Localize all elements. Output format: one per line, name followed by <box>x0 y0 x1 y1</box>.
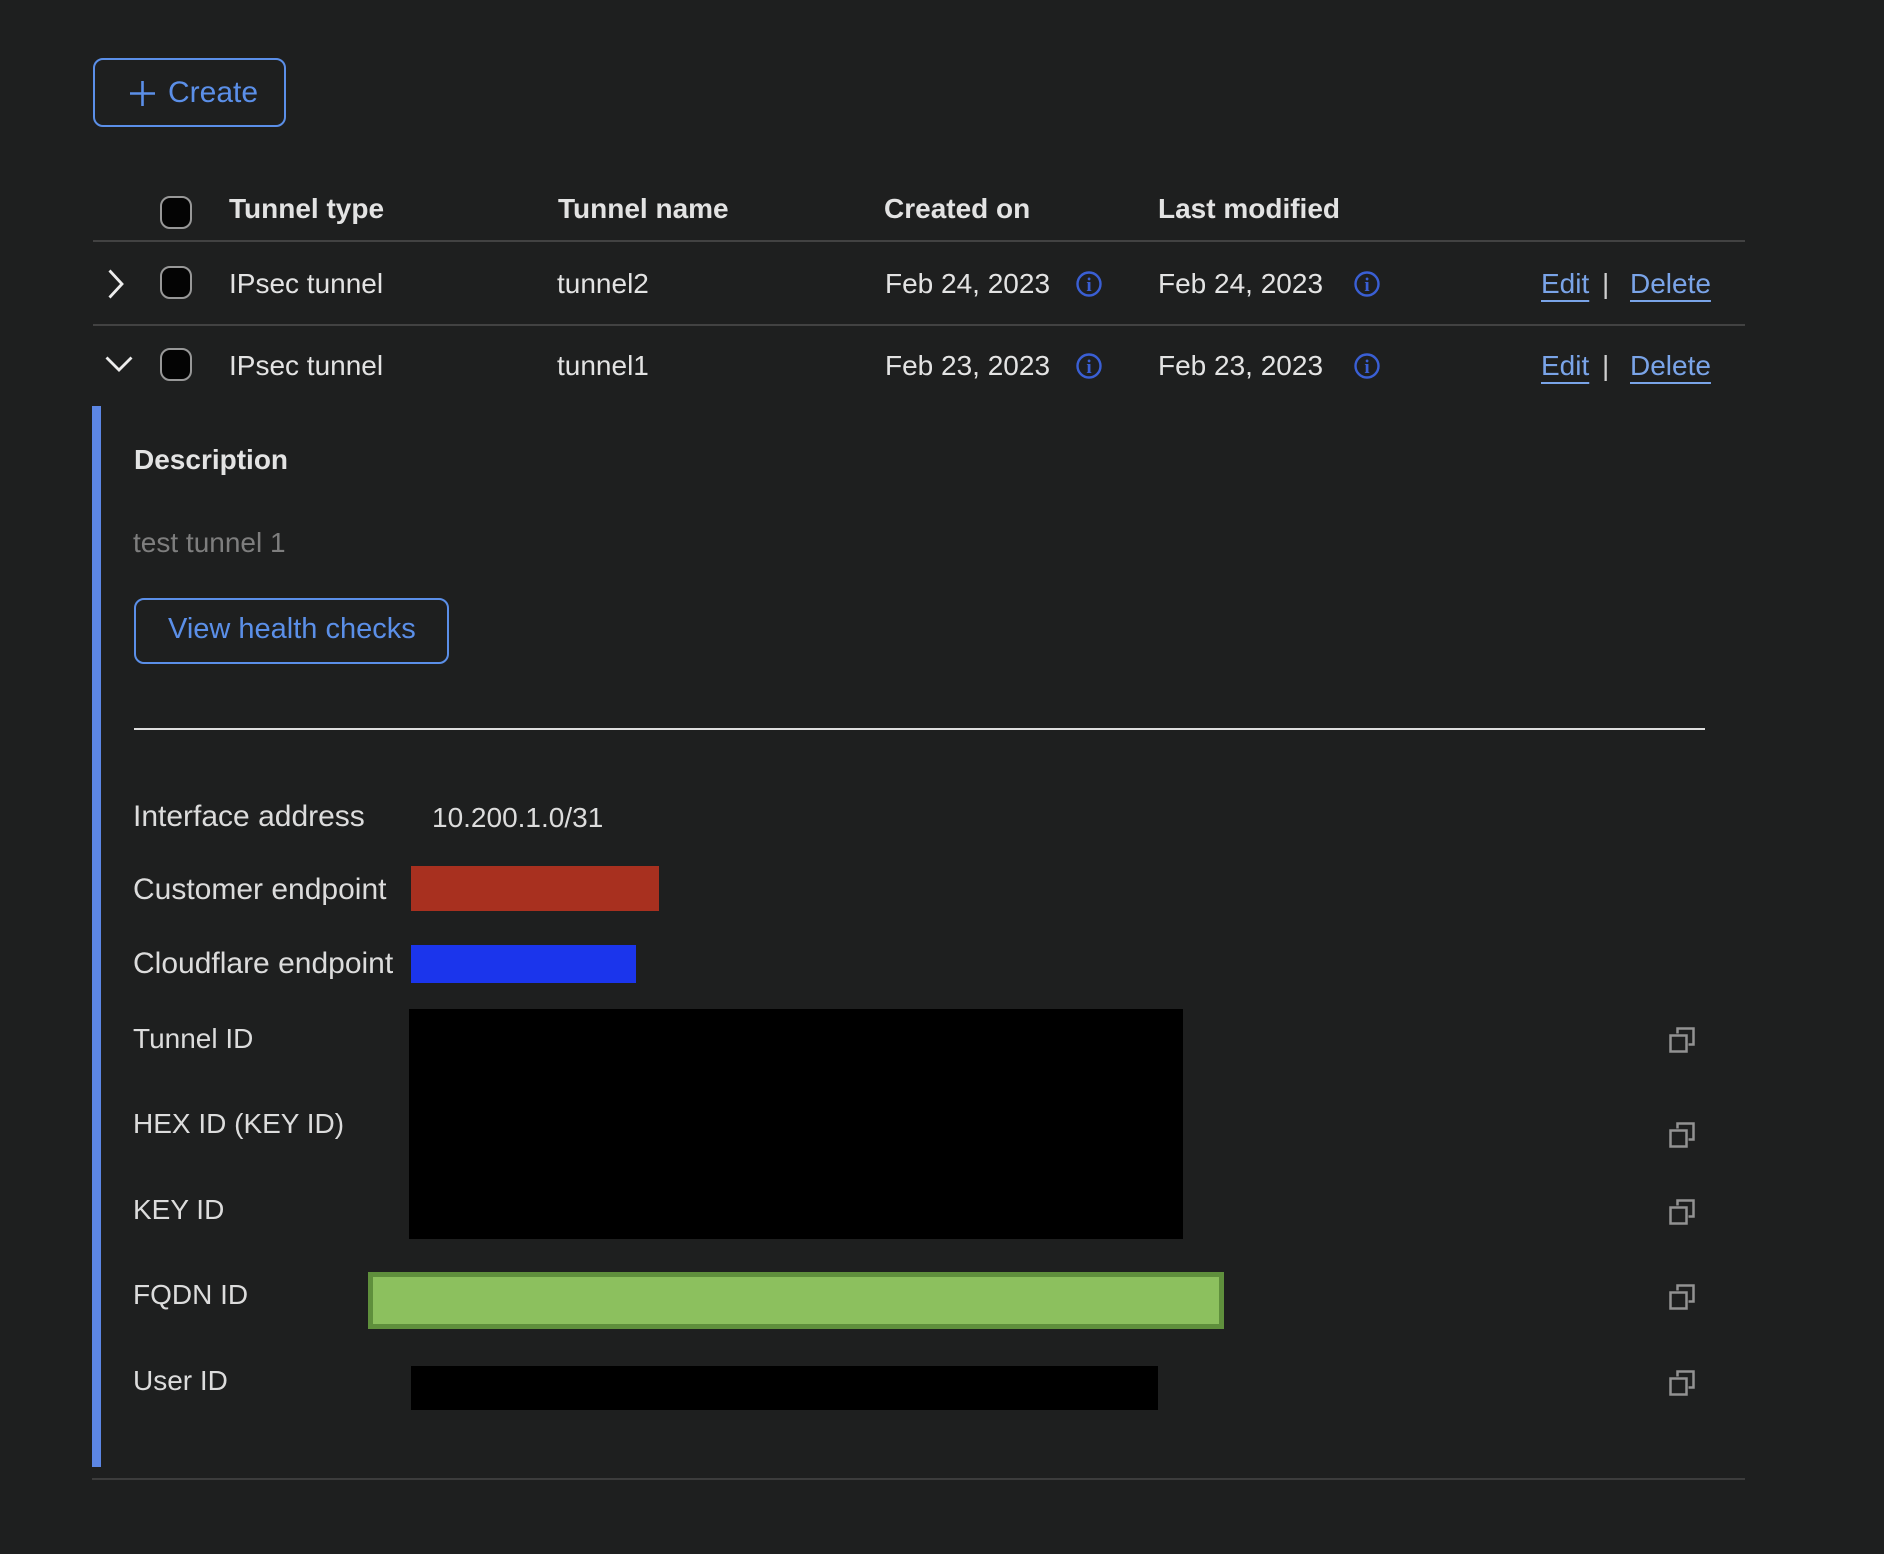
svg-text:i: i <box>1364 275 1369 296</box>
svg-text:i: i <box>1086 357 1091 378</box>
svg-text:i: i <box>1364 357 1369 378</box>
svg-text:i: i <box>1086 275 1091 296</box>
